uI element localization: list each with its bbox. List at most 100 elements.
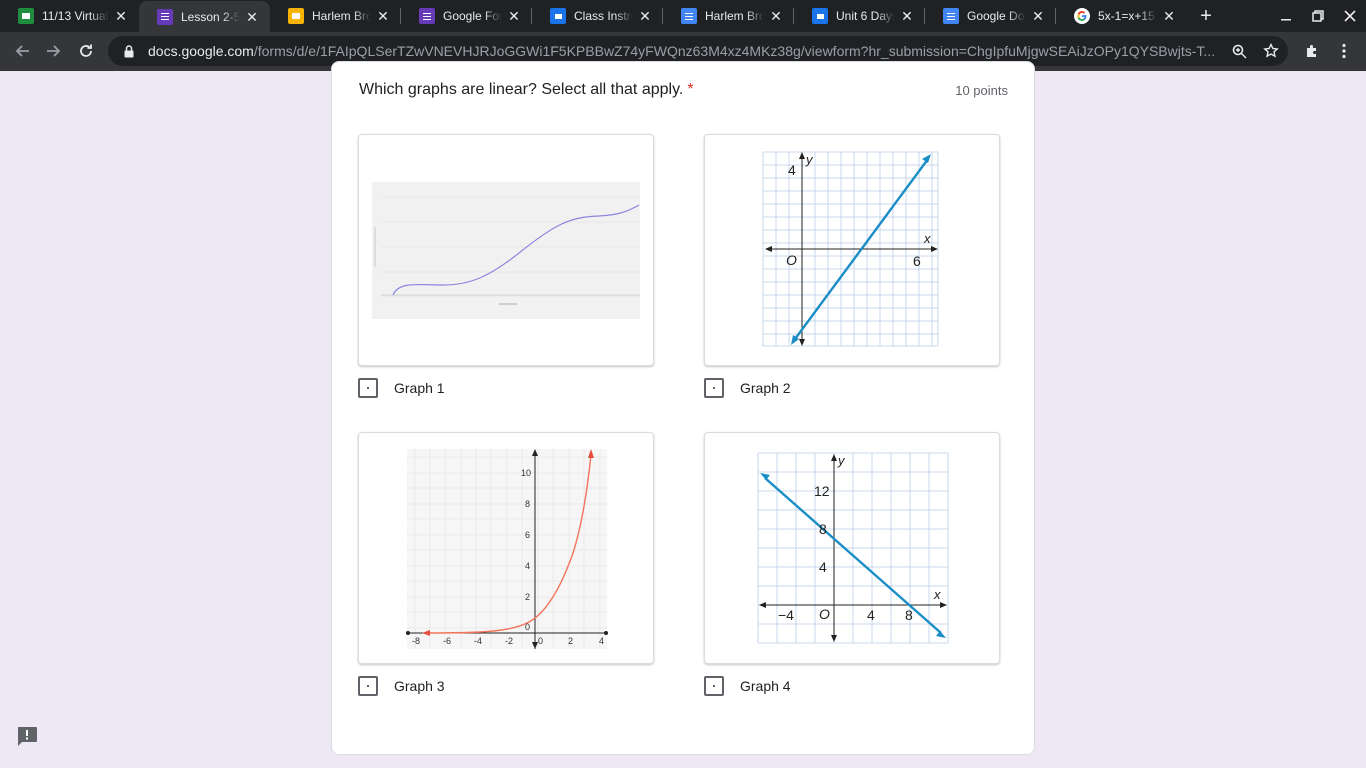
extensions-icon[interactable] xyxy=(1299,38,1325,64)
graph-1-chart xyxy=(372,182,640,319)
tab-title: Google Form xyxy=(443,9,502,23)
graph-4-origin-label: O xyxy=(819,606,830,622)
docs-icon xyxy=(943,8,959,24)
graph-3-y-tick: 2 xyxy=(525,592,530,602)
checkbox[interactable] xyxy=(358,676,378,696)
tab-title: Harlem Brow xyxy=(705,9,764,23)
bookmark-star-icon[interactable] xyxy=(1260,40,1282,62)
graph-4-y-label: y xyxy=(837,453,846,468)
graph-4-image: y x 12 8 4 −4 O 4 8 xyxy=(704,432,1000,664)
restore-icon[interactable] xyxy=(1303,0,1333,32)
meet-icon xyxy=(550,8,566,24)
close-tab-icon[interactable]: ✕ xyxy=(1161,8,1177,24)
graph-3-x-tick: -6 xyxy=(443,636,451,646)
tab-title: 5x-1=x+15 - xyxy=(1098,9,1157,23)
browser-tab[interactable]: Google Docs ✕ xyxy=(925,0,1056,32)
graph-4-x-label: x xyxy=(933,587,941,602)
graph-3-x-tick: 4 xyxy=(599,636,604,646)
question-title: Which graphs are linear? Select all that… xyxy=(359,81,694,99)
graph-4-y-tick: 12 xyxy=(814,483,830,499)
graph-3-y-tick: 8 xyxy=(525,499,530,509)
browser-tab[interactable]: Google Form ✕ xyxy=(401,0,532,32)
close-tab-icon[interactable]: ✕ xyxy=(244,9,260,25)
minimize-icon[interactable] xyxy=(1271,0,1301,32)
graph-3-x-tick: -4 xyxy=(474,636,482,646)
option-graph-2[interactable]: Graph 2 xyxy=(704,378,791,398)
reload-icon[interactable] xyxy=(73,38,99,64)
browser-tab-active[interactable]: Lesson 2-5, 2 ✕ xyxy=(139,1,270,32)
checkbox[interactable] xyxy=(704,378,724,398)
graph-2-image: y 4 x O 6 xyxy=(704,134,1000,366)
graph-4-x-tick: 8 xyxy=(905,607,913,623)
graph-3-y-tick: 6 xyxy=(525,530,530,540)
graph-4-chart: y x 12 8 4 −4 O 4 8 xyxy=(757,452,949,644)
tab-title: 11/13 Virtual xyxy=(42,9,109,23)
graph-3-x-tick: 2 xyxy=(568,636,573,646)
browser-tab[interactable]: Unit 6 Days ✕ xyxy=(794,0,925,32)
checkbox[interactable] xyxy=(704,676,724,696)
option-graph-3[interactable]: Graph 3 xyxy=(358,676,445,696)
graph-3-y-tick: 0 xyxy=(525,622,530,632)
browser-tab[interactable]: 5x-1=x+15 - ✕ xyxy=(1056,0,1187,32)
option-label: Graph 3 xyxy=(394,678,445,694)
google-icon xyxy=(1074,8,1090,24)
browser-tab[interactable]: 11/13 Virtual ✕ xyxy=(0,0,139,32)
close-tab-icon[interactable]: ✕ xyxy=(375,8,391,24)
graph-4-y-tick: 4 xyxy=(819,559,827,575)
question-text: Which graphs are linear? Select all that… xyxy=(359,81,684,98)
slides-icon xyxy=(288,8,304,24)
close-tab-icon[interactable]: ✕ xyxy=(899,8,915,24)
option-label: Graph 1 xyxy=(394,380,445,396)
question-card: Which graphs are linear? Select all that… xyxy=(331,61,1035,755)
option-label: Graph 4 xyxy=(740,678,791,694)
menu-kebab-icon[interactable] xyxy=(1331,38,1357,64)
url-host: docs.google.com xyxy=(148,43,254,59)
graph-3-image: 10 8 6 4 2 0 -8 -6 -4 -2 0 2 4 xyxy=(358,432,654,664)
graph-4-y-tick: 8 xyxy=(819,521,827,537)
forward-icon[interactable] xyxy=(41,38,67,64)
graph-2-x-tick: 6 xyxy=(913,253,921,269)
browser-tab[interactable]: Class Instruc ✕ xyxy=(532,0,663,32)
tab-title: Lesson 2-5, 2 xyxy=(181,9,240,24)
graph-3-y-tick: 4 xyxy=(525,561,530,571)
tab-title: Class Instruc xyxy=(574,9,633,23)
close-tab-icon[interactable]: ✕ xyxy=(637,8,653,24)
browser-tab[interactable]: Harlem Brow ✕ xyxy=(270,0,401,32)
option-graph-1[interactable]: Graph 1 xyxy=(358,378,445,398)
close-window-icon[interactable] xyxy=(1335,0,1365,32)
close-tab-icon[interactable]: ✕ xyxy=(1030,8,1046,24)
graph-4-x-tick: 4 xyxy=(867,607,875,623)
graph-3-y-tick: 10 xyxy=(521,468,531,478)
graph-3-x-tick: -2 xyxy=(505,636,513,646)
forms-icon xyxy=(157,8,173,25)
new-tab-icon[interactable]: + xyxy=(1194,4,1218,28)
graph-3-chart: 10 8 6 4 2 0 -8 -6 -4 -2 0 2 4 xyxy=(406,449,608,649)
close-tab-icon[interactable]: ✕ xyxy=(506,8,522,24)
close-tab-icon[interactable]: ✕ xyxy=(113,8,129,24)
zoom-icon[interactable] xyxy=(1228,40,1250,62)
graph-3-x-tick: -8 xyxy=(412,636,420,646)
question-points: 10 points xyxy=(955,83,1008,98)
url-path: /forms/d/e/1FAIpQLSerTZwVNEVHJRJoGGWi1F5… xyxy=(253,43,1216,59)
required-asterisk: * xyxy=(687,81,694,98)
back-icon[interactable] xyxy=(9,38,35,64)
tab-title: Unit 6 Days xyxy=(836,9,895,23)
graph-2-origin-label: O xyxy=(786,252,797,268)
graph-2-y-tick: 4 xyxy=(788,162,796,178)
graph-4-x-tick: −4 xyxy=(778,607,794,623)
lock-icon[interactable] xyxy=(122,44,136,58)
classroom-icon xyxy=(18,8,34,24)
graph-3-x-tick: 0 xyxy=(538,636,543,646)
docs-icon xyxy=(681,8,697,24)
graph-2-x-label: x xyxy=(923,231,931,246)
close-tab-icon[interactable]: ✕ xyxy=(768,8,784,24)
feedback-icon[interactable] xyxy=(15,725,39,747)
form-page: Which graphs are linear? Select all that… xyxy=(0,61,1366,768)
meet-icon xyxy=(812,8,828,24)
tab-strip: 11/13 Virtual ✕ Lesson 2-5, 2 ✕ Harlem B… xyxy=(0,0,1366,32)
checkbox[interactable] xyxy=(358,378,378,398)
url-text[interactable]: docs.google.com/forms/d/e/1FAIpQLSerTZwV… xyxy=(148,43,1228,59)
browser-tab[interactable]: Harlem Brow ✕ xyxy=(663,0,794,32)
graph-2-chart: y 4 x O 6 xyxy=(762,151,939,347)
option-graph-4[interactable]: Graph 4 xyxy=(704,676,791,696)
